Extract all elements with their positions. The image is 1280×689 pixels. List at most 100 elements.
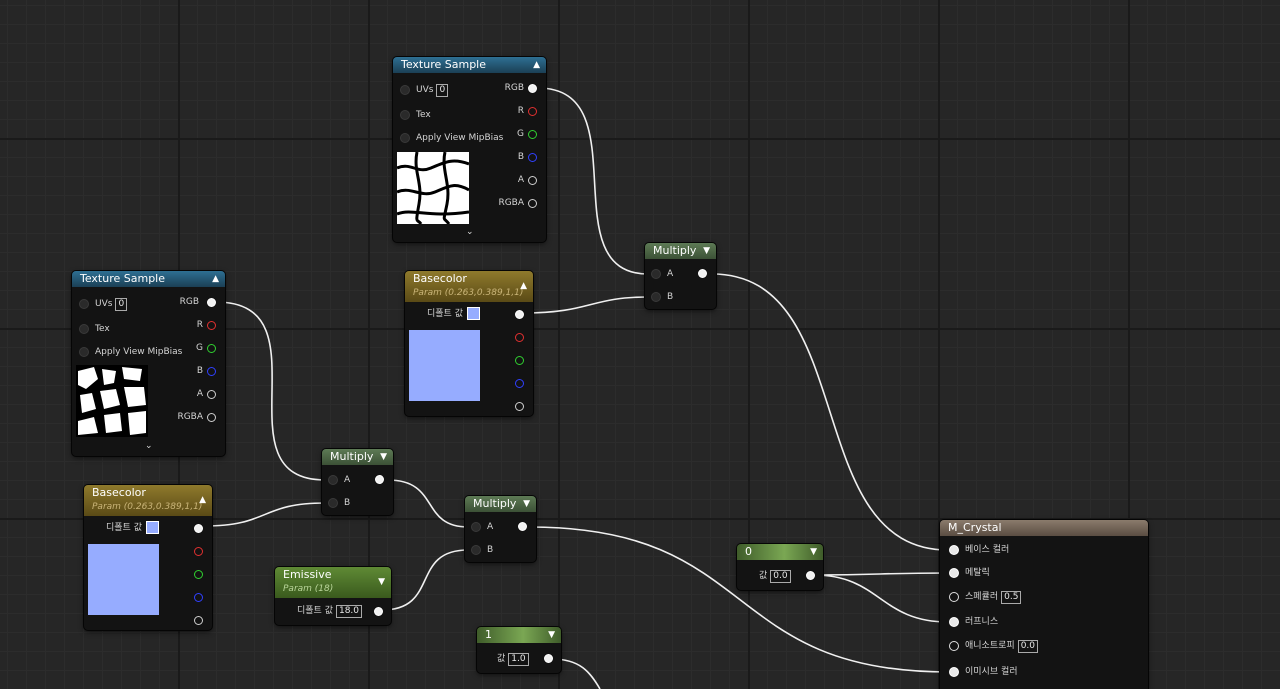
- output-b-pin[interactable]: [194, 593, 203, 602]
- value-row[interactable]: 값 0.0: [759, 569, 791, 583]
- chevron-down-icon[interactable]: ▼: [548, 627, 555, 643]
- output-a-pin[interactable]: [515, 402, 524, 411]
- input-a[interactable]: A: [651, 267, 673, 281]
- input-pin[interactable]: [79, 298, 89, 309]
- default-value-row[interactable]: 디폴트 값: [106, 521, 159, 535]
- node-header[interactable]: 0 ▼: [737, 544, 823, 560]
- node-header[interactable]: Texture Sample ▲: [393, 57, 546, 73]
- input-a[interactable]: A: [328, 473, 350, 487]
- chevron-down-icon[interactable]: ⌄: [466, 227, 474, 237]
- input-pin[interactable]: [949, 640, 959, 651]
- color-swatch[interactable]: [466, 307, 480, 320]
- output-rgb-pin[interactable]: [207, 298, 216, 307]
- input-pin[interactable]: [949, 567, 959, 578]
- output-a-pin[interactable]: [207, 390, 216, 399]
- constant-node-0[interactable]: 0 ▼ 값 0.0: [737, 544, 823, 590]
- chevron-down-icon[interactable]: ⌄: [145, 441, 153, 451]
- default-value-row[interactable]: 디폴트 값 18.0: [297, 604, 363, 618]
- output-r-pin[interactable]: [515, 333, 524, 342]
- texture-sample-node-left[interactable]: Texture Sample ▲ UVs 0 Tex Apply View MipB…: [72, 271, 225, 456]
- input-pin[interactable]: [400, 84, 410, 95]
- node-header[interactable]: Multiply ▼: [645, 243, 716, 259]
- tex-input[interactable]: Tex: [79, 322, 110, 336]
- output-pin[interactable]: [194, 524, 203, 533]
- node-header[interactable]: 1 ▼: [477, 627, 561, 643]
- uvs-value[interactable]: 0: [436, 84, 449, 97]
- output-pin[interactable]: [698, 269, 707, 278]
- output-g-pin[interactable]: [528, 130, 537, 139]
- node-header[interactable]: Multiply ▼: [465, 496, 536, 512]
- tex-input[interactable]: Tex: [400, 108, 431, 122]
- input-pin[interactable]: [400, 109, 410, 120]
- output-pin[interactable]: [518, 522, 527, 531]
- input-b[interactable]: B: [651, 290, 673, 304]
- node-header[interactable]: M_Crystal: [940, 520, 1148, 536]
- specular-value[interactable]: 0.5: [1001, 591, 1022, 604]
- input-pin[interactable]: [328, 497, 338, 508]
- input-anisotropy[interactable]: 애니소트로피 0.0: [949, 639, 1039, 653]
- value-row[interactable]: 값 1.0: [497, 652, 529, 666]
- output-b-pin[interactable]: [515, 379, 524, 388]
- output-g-pin[interactable]: [515, 356, 524, 365]
- constant-node-1[interactable]: 1 ▼ 값 1.0: [477, 627, 561, 673]
- input-metallic[interactable]: 메탈릭: [949, 566, 990, 580]
- chevron-down-icon[interactable]: ▼: [378, 575, 385, 589]
- input-pin[interactable]: [651, 291, 661, 302]
- default-value-row[interactable]: 디폴트 값: [427, 307, 480, 321]
- output-a-pin[interactable]: [528, 176, 537, 185]
- input-pin[interactable]: [471, 521, 481, 532]
- mipbias-input[interactable]: Apply View MipBias: [79, 345, 182, 359]
- input-pin[interactable]: [79, 346, 89, 357]
- output-a-pin[interactable]: [194, 616, 203, 625]
- basecolor-param-node-left[interactable]: Basecolor Param (0.263,0.389,1,1) ▲ 디폴트 값: [84, 485, 212, 630]
- default-value-field[interactable]: 18.0: [335, 605, 363, 618]
- node-header[interactable]: Multiply ▼: [322, 449, 393, 465]
- output-rgba-pin[interactable]: [528, 199, 537, 208]
- input-pin[interactable]: [949, 616, 959, 627]
- node-header[interactable]: Texture Sample ▲: [72, 271, 225, 287]
- output-pin[interactable]: [515, 310, 524, 319]
- input-pin[interactable]: [400, 132, 410, 143]
- output-pin[interactable]: [375, 475, 384, 484]
- input-emissive-color[interactable]: 이미시브 컬러: [949, 665, 1018, 679]
- output-rgb-pin[interactable]: [528, 84, 537, 93]
- output-pin[interactable]: [806, 571, 815, 580]
- output-b-pin[interactable]: [207, 367, 216, 376]
- output-rgba-pin[interactable]: [207, 413, 216, 422]
- basecolor-param-node-top[interactable]: Basecolor Param (0.263,0.389,1,1) ▲ 디폴트 값: [405, 271, 533, 416]
- output-b-pin[interactable]: [528, 153, 537, 162]
- anisotropy-value[interactable]: 0.0: [1017, 640, 1039, 653]
- output-pin[interactable]: [544, 654, 553, 663]
- output-r-pin[interactable]: [194, 547, 203, 556]
- input-base-color[interactable]: 베이스 컬러: [949, 543, 1009, 557]
- output-pin[interactable]: [374, 607, 383, 616]
- output-r-pin[interactable]: [528, 107, 537, 116]
- chevron-up-icon[interactable]: ▲: [533, 57, 540, 73]
- node-header[interactable]: Basecolor Param (0.263,0.389,1,1) ▲: [405, 271, 533, 302]
- value-field[interactable]: 1.0: [508, 653, 529, 666]
- chevron-up-icon[interactable]: ▲: [520, 279, 527, 293]
- input-b[interactable]: B: [328, 496, 350, 510]
- input-b[interactable]: B: [471, 543, 493, 557]
- multiply-node-3[interactable]: Multiply ▼ A B: [645, 243, 716, 309]
- multiply-node-2[interactable]: Multiply ▼ A B: [465, 496, 536, 562]
- chevron-down-icon[interactable]: ▼: [703, 243, 710, 259]
- multiply-node-1[interactable]: Multiply ▼ A B: [322, 449, 393, 515]
- input-pin[interactable]: [471, 544, 481, 555]
- input-pin[interactable]: [949, 666, 959, 677]
- output-g-pin[interactable]: [194, 570, 203, 579]
- emissive-param-node[interactable]: Emissive Param (18) ▼ 디폴트 값 18.0: [275, 567, 391, 625]
- input-specular[interactable]: 스페큘러 0.5: [949, 590, 1022, 604]
- node-header[interactable]: Basecolor Param (0.263,0.389,1,1) ▲: [84, 485, 212, 516]
- chevron-up-icon[interactable]: ▲: [199, 493, 206, 507]
- color-swatch[interactable]: [145, 521, 159, 534]
- input-pin[interactable]: [949, 544, 959, 555]
- chevron-down-icon[interactable]: ▼: [380, 449, 387, 465]
- input-pin[interactable]: [651, 268, 661, 279]
- chevron-down-icon[interactable]: ▼: [523, 496, 530, 512]
- output-g-pin[interactable]: [207, 344, 216, 353]
- chevron-down-icon[interactable]: ▼: [810, 544, 817, 560]
- input-pin[interactable]: [328, 474, 338, 485]
- material-result-node[interactable]: M_Crystal 베이스 컬러 메탈릭 스페큘러 0.5 러프니스 애니소트로피…: [940, 520, 1148, 689]
- texture-sample-node-top[interactable]: Texture Sample ▲ UVs 0 Tex Apply View MipB…: [393, 57, 546, 242]
